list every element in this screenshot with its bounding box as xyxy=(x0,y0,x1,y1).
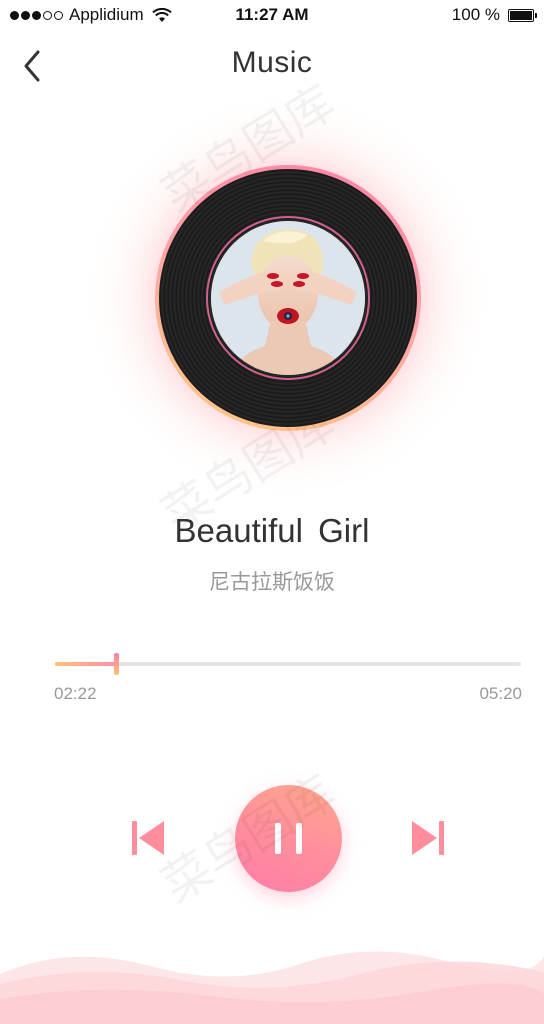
progress-thumb[interactable] xyxy=(113,653,119,675)
skip-next-icon xyxy=(412,821,444,855)
album-cover-image xyxy=(211,221,365,375)
page-title: Music xyxy=(231,46,313,79)
battery-icon xyxy=(508,8,537,22)
status-bar: Applidium 11:27 AM 100 % xyxy=(0,0,544,32)
next-track-button[interactable] xyxy=(406,818,448,858)
total-time: 05:20 xyxy=(479,684,522,703)
elapsed-time: 02:22 xyxy=(54,684,97,703)
song-title: Beautiful Girl xyxy=(174,512,370,549)
progress-fill xyxy=(55,662,116,666)
artist-name: 尼古拉斯饭饭 xyxy=(209,571,335,594)
battery-label: 100 % xyxy=(451,5,500,24)
status-right: 100 % xyxy=(451,5,537,25)
progress-bar[interactable] xyxy=(55,653,521,675)
decorative-waves xyxy=(0,951,544,1024)
